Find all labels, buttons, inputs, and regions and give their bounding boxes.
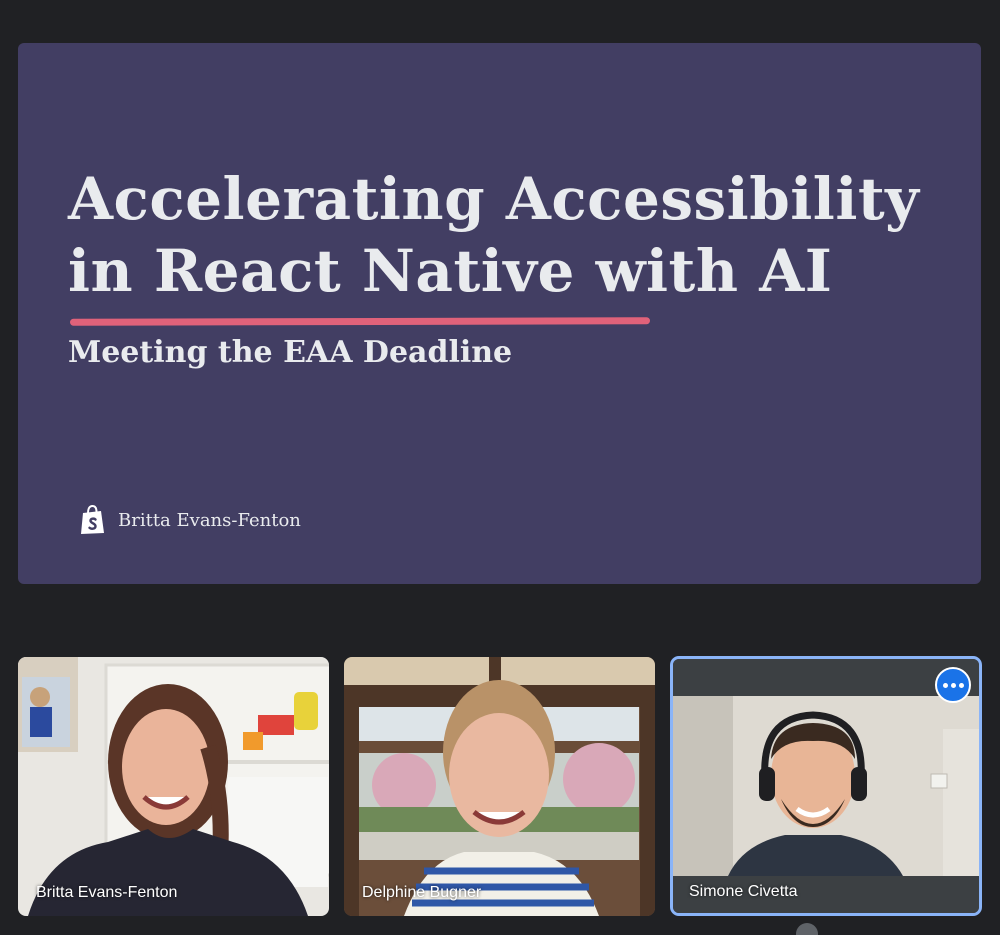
title-underline (69, 317, 651, 326)
presenter-name: Britta Evans-Fenton (118, 509, 301, 531)
more-options-button[interactable] (935, 667, 971, 703)
slide-title: Accelerating Accessibility in React Nati… (68, 163, 920, 307)
participant-video (18, 657, 329, 916)
participant-video (673, 659, 979, 913)
participant-name: Delphine Bugner (362, 884, 482, 901)
participant-video (344, 657, 655, 916)
participant-tile[interactable]: Delphine Bugner (344, 657, 655, 916)
participant-name: Britta Evans-Fenton (36, 884, 178, 901)
slide-presenter: Britta Evans-Fenton (80, 505, 301, 535)
scroll-indicator[interactable] (796, 923, 818, 935)
shopify-bag-icon (81, 505, 104, 534)
presentation-slide: Accelerating Accessibility in React Nati… (18, 43, 981, 584)
participant-tile-active[interactable]: Simone Civetta (670, 656, 982, 916)
slide-title-line-2: in React Native with AI (68, 237, 833, 305)
slide-subtitle: Meeting the EAA Deadline (68, 335, 513, 370)
slide-title-line-1: Accelerating Accessibility (68, 165, 920, 233)
participant-name: Simone Civetta (689, 883, 798, 900)
participant-tile[interactable]: Britta Evans-Fenton (18, 657, 329, 916)
more-options-icon (941, 682, 965, 688)
